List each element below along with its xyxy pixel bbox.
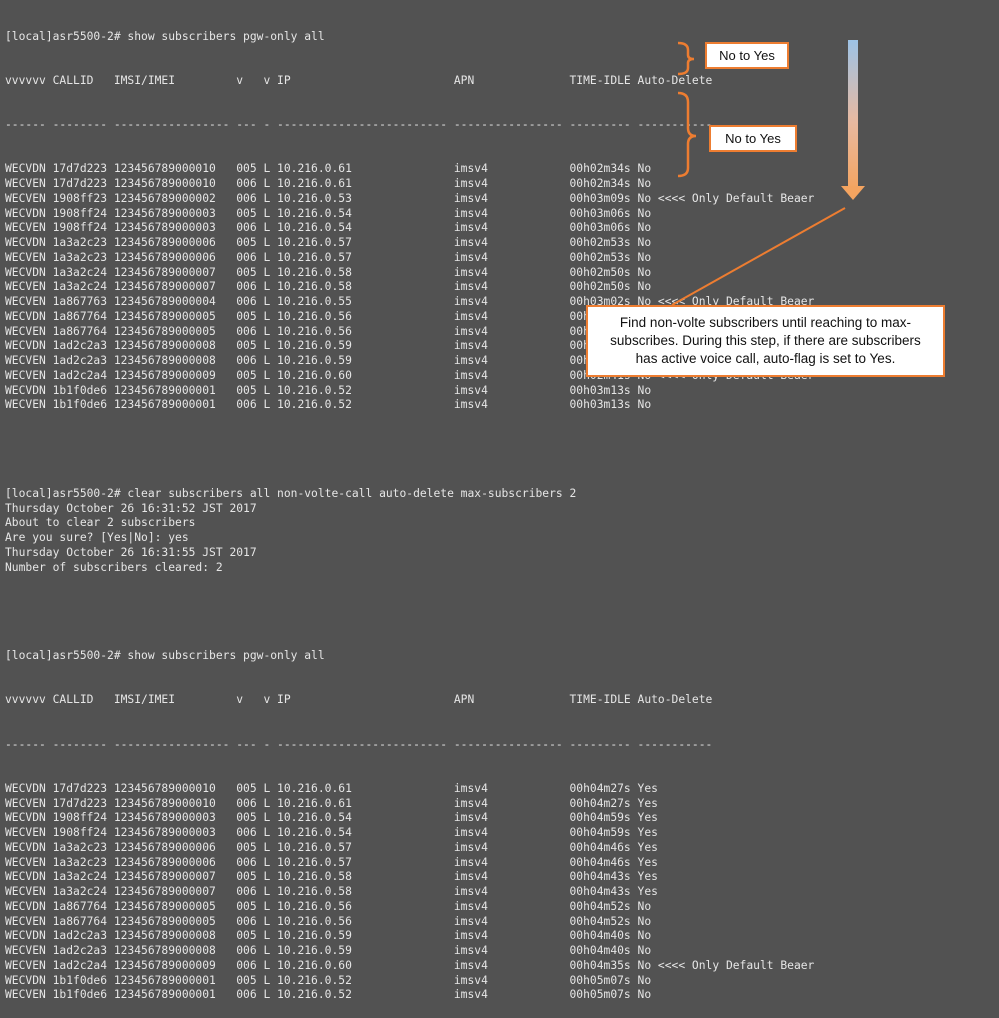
table-divider-2: ------ -------- ----------------- --- - … (5, 737, 713, 751)
table-row: WECVEN 1a3a2c23 123456789000006 006 L 10… (5, 855, 658, 869)
down-arrow-head (841, 186, 865, 200)
table-row: WECVDN 1a3a2c23 123456789000006 005 L 10… (5, 840, 658, 854)
table-row: WECVEN 1b1f0de6 123456789000001 006 L 10… (5, 988, 652, 1002)
table-header-2: vvvvvv CALLID IMSI/IMEI v v IP APN TIME-… (5, 693, 713, 707)
subscriber-table-2: WECVDN 17d7d223 123456789000010 005 L 10… (5, 782, 999, 1003)
table-row: WECVEN 1a3a2c24 123456789000007 006 L 10… (5, 885, 658, 898)
connector-line (671, 207, 846, 306)
table-row: WECVDN 1908ff24 123456789000003 005 L 10… (5, 811, 658, 825)
table-row: WECVEN 1ad2c2a4 123456789000009 006 L 10… (5, 958, 815, 972)
explanation-note: Find non-volte subscribers until reachin… (586, 305, 945, 377)
table-row: WECVDN 1a867764 123456789000005 005 L 10… (5, 899, 652, 913)
table-row: WECVDN 1ad2c2a3 123456789000008 005 L 10… (5, 929, 652, 943)
table-row: WECVDN 1b1f0de6 123456789000001 005 L 10… (5, 973, 652, 987)
table-row: WECVEN 1ad2c2a3 123456789000008 006 L 10… (5, 944, 652, 957)
brace-1 (677, 41, 695, 76)
brace-2 (677, 91, 697, 178)
callout-no-to-yes-1: No to Yes (705, 42, 789, 69)
callout-no-to-yes-2: No to Yes (709, 125, 797, 152)
table-row: WECVDN 17d7d223 123456789000010 005 L 10… (5, 781, 658, 795)
down-arrow-shaft (848, 40, 858, 190)
table-row: WECVEN 17d7d223 123456789000010 006 L 10… (5, 796, 658, 810)
table-row: WECVDN 1a3a2c24 123456789000007 005 L 10… (5, 870, 658, 884)
table-row: WECVEN 1908ff24 123456789000003 006 L 10… (5, 826, 658, 839)
table-row: WECVEN 1a867764 123456789000005 006 L 10… (5, 914, 652, 928)
